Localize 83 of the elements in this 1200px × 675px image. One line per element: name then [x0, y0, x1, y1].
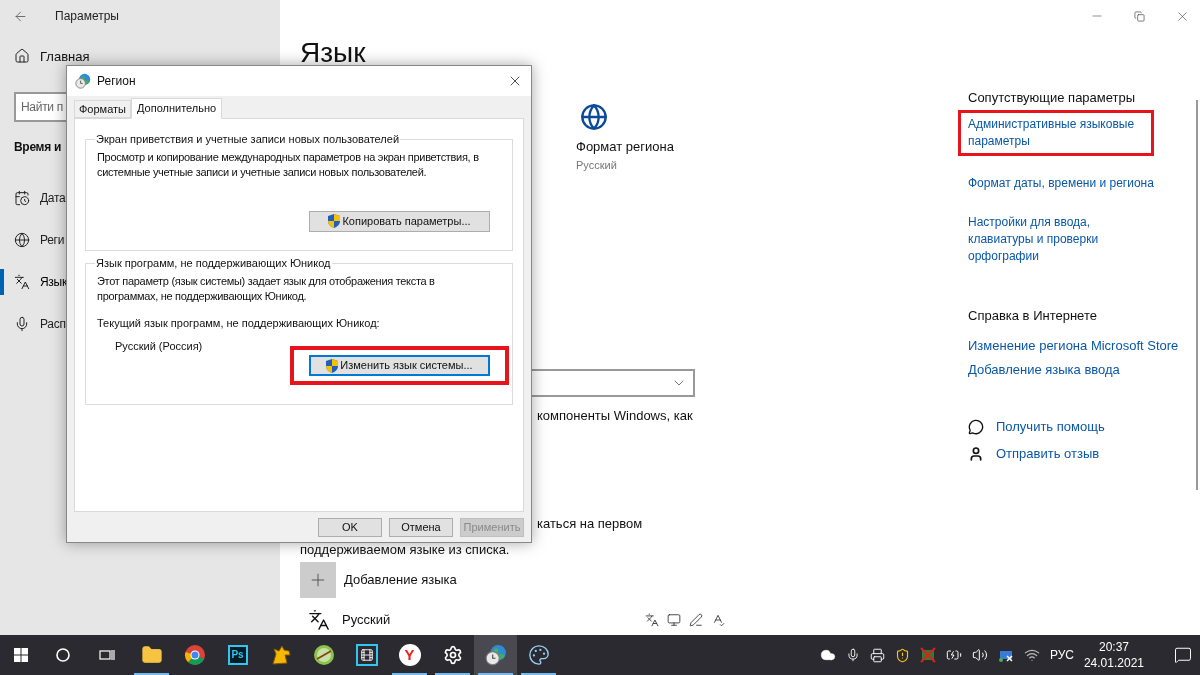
language-name[interactable]: Русский — [342, 610, 391, 630]
microphone-icon[interactable] — [845, 647, 860, 663]
support-link[interactable]: Получить помощь — [996, 416, 1105, 437]
scrollbar[interactable] — [1196, 100, 1198, 490]
handwriting-icon — [689, 613, 704, 627]
globe-icon[interactable] — [580, 103, 608, 131]
tile-title[interactable]: Формат региона — [576, 139, 968, 155]
support-link[interactable]: Отправить отзыв — [996, 443, 1100, 464]
settings-icon — [442, 645, 463, 665]
display-icon — [667, 613, 682, 627]
tile-value: Русский — [576, 158, 618, 172]
group-title: Язык программ, не поддерживающих Юникод — [95, 256, 332, 271]
photoshop-icon: Ps — [227, 645, 248, 665]
text-to-speech-icon — [645, 613, 660, 627]
lime-icon — [312, 644, 335, 666]
dialog-button[interactable]: OK — [318, 518, 382, 537]
settings-link[interactable]: Настройки для ввода, клавиатуры и проверки орфографии — [968, 214, 1154, 265]
task-view-icon[interactable] — [99, 648, 115, 662]
nav-item[interactable]: Язык — [40, 273, 67, 291]
globe-clock-icon — [484, 644, 507, 666]
section-title: Сопутствующие параметры — [968, 90, 1137, 106]
add-language-label[interactable]: Добавление языка — [344, 570, 457, 590]
section-title: Справка в Интернете — [968, 308, 1098, 324]
home-link[interactable]: Главная — [40, 48, 90, 64]
nav-item[interactable]: Расп — [40, 315, 66, 333]
notification-icon[interactable] — [1174, 646, 1192, 664]
description-text: поддерживаемом языке из списка. — [300, 542, 511, 558]
calendar-clock-icon[interactable] — [14, 190, 30, 206]
group-text: Просмотр и копирование международных параметров на экран приветствия, в системные учетные записи и учетные записи новых пользователей. — [97, 149, 480, 180]
current-language: Русский (Россия) — [115, 338, 204, 354]
search-icon[interactable] — [56, 648, 70, 662]
clock[interactable]: 20:37 24.01.2021 — [1083, 639, 1144, 671]
spellcheck-icon — [711, 613, 726, 627]
help-link[interactable]: Изменение региона Microsoft Store — [968, 337, 1178, 354]
security-icon[interactable] — [894, 647, 910, 663]
description-text: каться на первом — [537, 516, 644, 532]
add-tile[interactable] — [300, 562, 336, 598]
crossed-out-icon[interactable] — [919, 647, 936, 663]
shield-button[interactable]: Копировать параметры... — [309, 210, 490, 232]
description-text: компоненты Windows, как — [537, 408, 694, 424]
palette-icon — [527, 644, 550, 666]
battery-icon[interactable] — [945, 647, 962, 663]
back-icon[interactable] — [13, 8, 28, 24]
group-text: Этот параметр (язык системы) задает язык для отображения текста в программах, не поддерживающих Юникод. — [97, 273, 436, 304]
dialog-button[interactable]: Отмена — [389, 518, 453, 537]
section-title: Время и — [14, 139, 61, 156]
shield-icon — [326, 358, 339, 373]
cloud-icon[interactable] — [819, 647, 836, 663]
nav-item[interactable]: Дата — [40, 189, 66, 207]
group-text: Текущий язык программ, не поддерживающих Юникод: — [97, 315, 381, 331]
taskbar-app[interactable]: Y — [388, 635, 431, 675]
folder-icon — [140, 644, 163, 666]
language-icon — [308, 609, 330, 631]
dialog-tab[interactable]: Дополнительно — [131, 98, 223, 119]
restore-icon[interactable] — [1134, 10, 1145, 22]
yandex-icon: Y — [398, 644, 421, 666]
translate-icon[interactable] — [14, 274, 30, 290]
shield-button[interactable]: Изменить язык системы... — [309, 355, 490, 376]
volume-icon[interactable] — [971, 647, 988, 663]
page-heading: Язык — [300, 38, 367, 68]
film-icon — [355, 644, 378, 666]
group-title: Экран приветствия и учетные записи новых пользователей — [95, 132, 401, 147]
nav-item[interactable]: Реги — [40, 231, 65, 249]
taskbar-app[interactable]: Ps — [216, 635, 259, 675]
windows-icon[interactable] — [14, 648, 28, 662]
wifi-icon[interactable] — [1023, 647, 1040, 663]
settings-link[interactable]: Административные языковые параметры — [968, 116, 1144, 150]
dialog-tab[interactable]: Форматы — [74, 100, 131, 118]
home-icon[interactable] — [14, 48, 30, 64]
dialog-title: Регион — [97, 73, 136, 90]
feedback-icon — [968, 445, 984, 462]
chrome-icon — [183, 644, 206, 666]
device-icon[interactable] — [869, 647, 885, 663]
settings-link[interactable]: Формат даты, времени и региона — [968, 175, 1154, 192]
taskbar-app[interactable] — [474, 635, 517, 675]
globe-icon[interactable] — [14, 232, 30, 248]
help-link[interactable]: Добавление языка ввода — [968, 361, 1178, 378]
help-icon — [968, 418, 984, 435]
shield-icon — [328, 214, 341, 228]
globe-clock-icon — [75, 73, 91, 89]
window-title: Параметры — [55, 8, 119, 25]
input-language[interactable]: РУС — [1049, 646, 1074, 664]
microphone-icon[interactable] — [14, 316, 30, 332]
